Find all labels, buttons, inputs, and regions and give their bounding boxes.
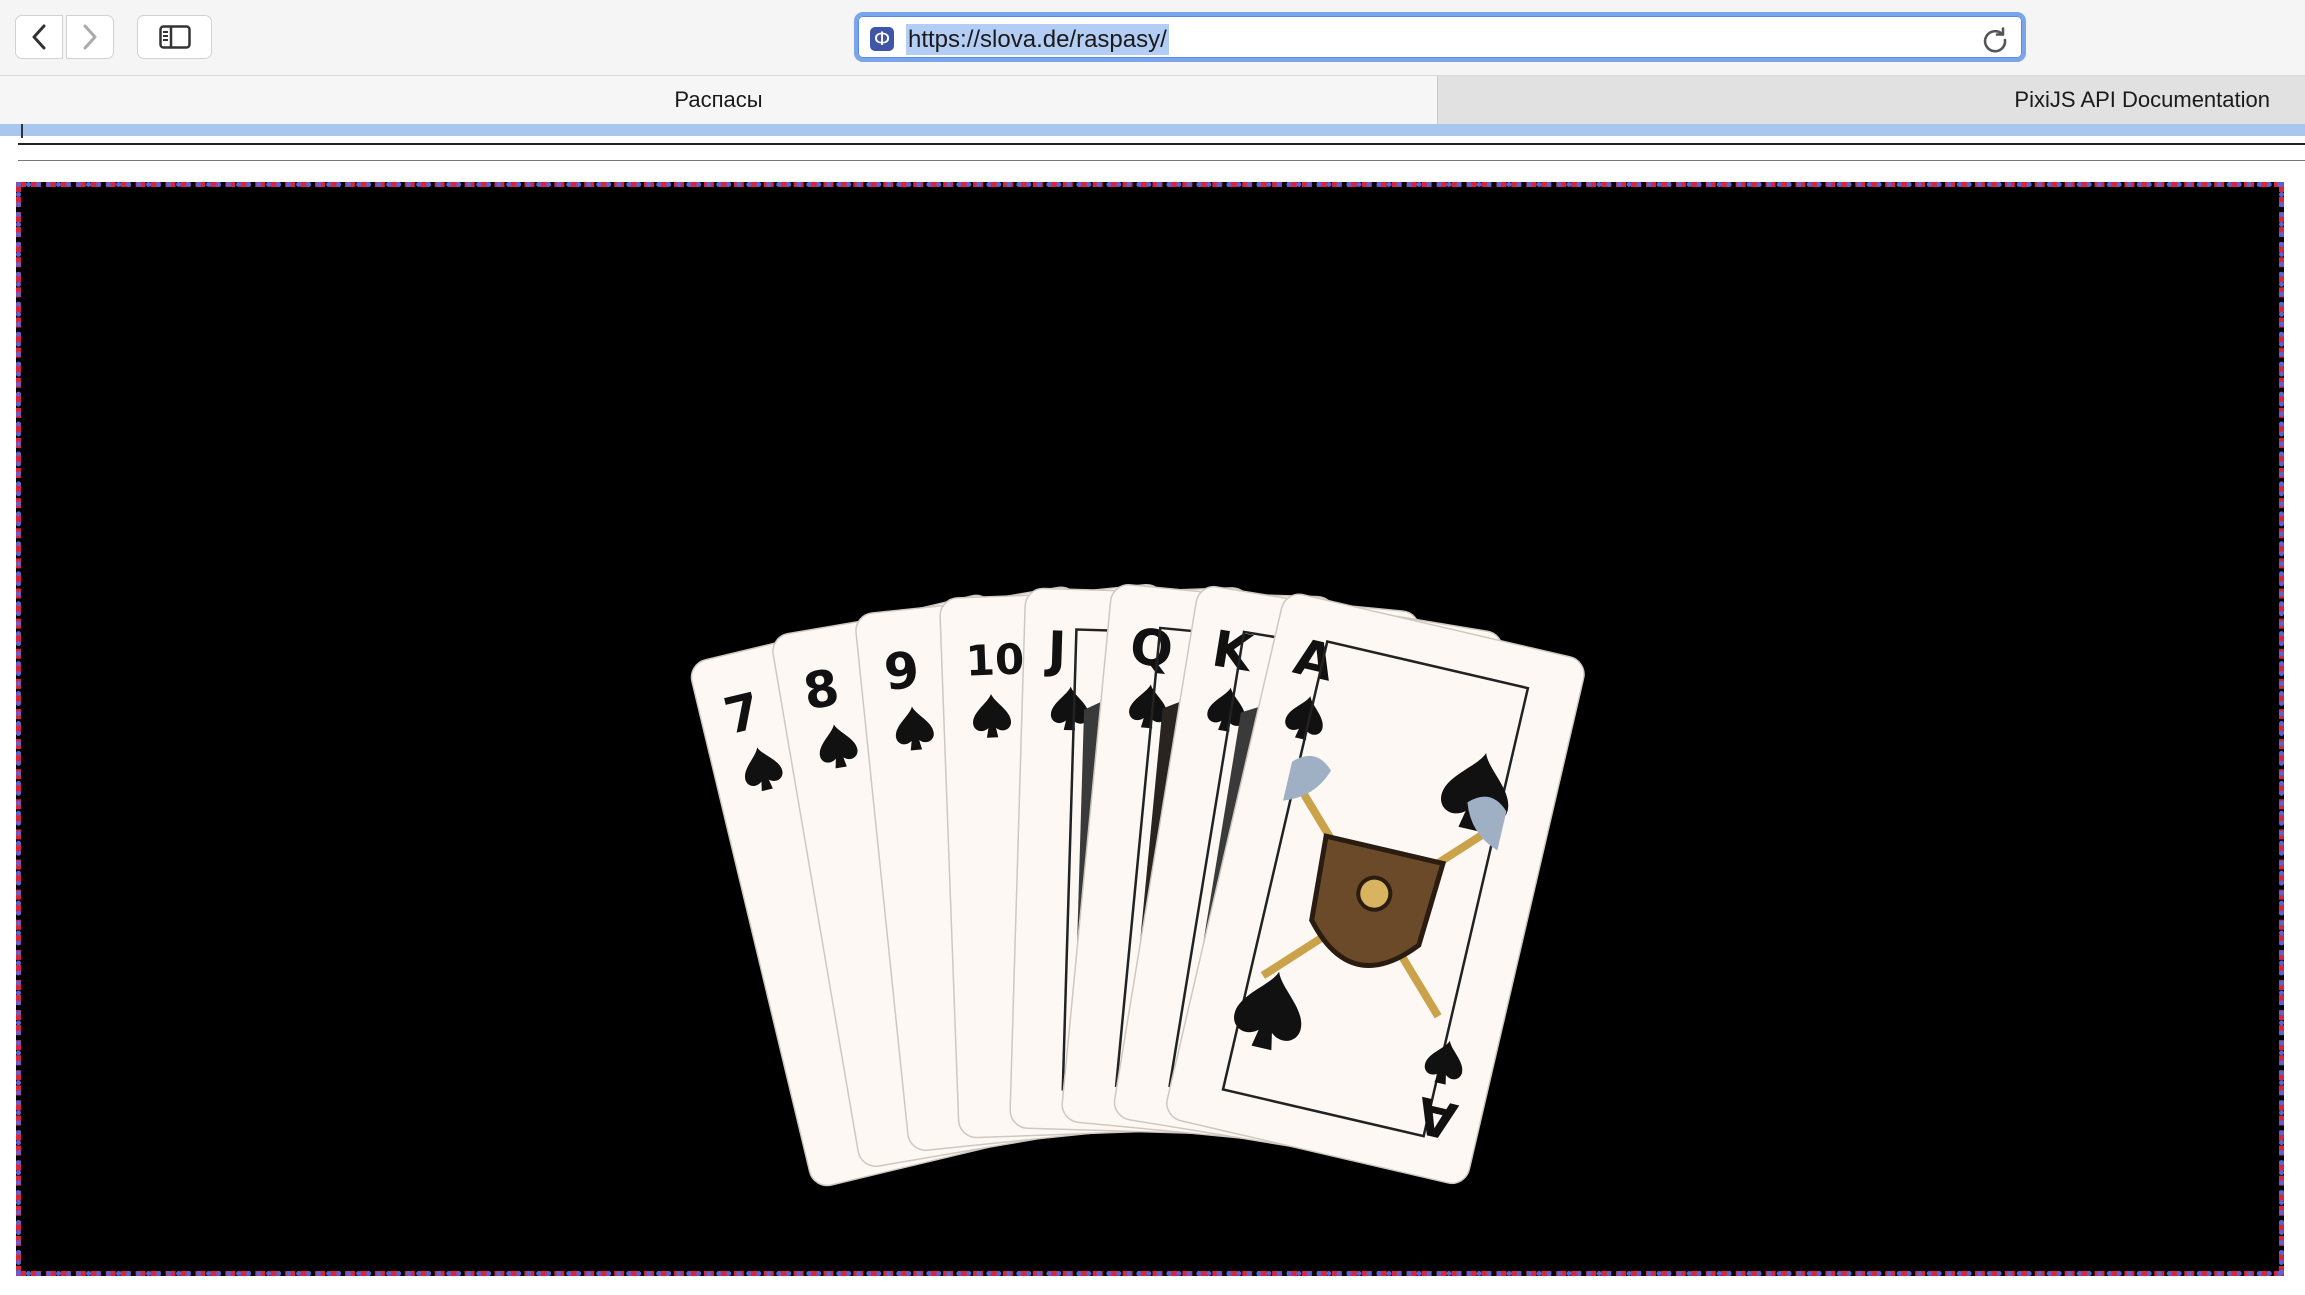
- sidebar-icon: [158, 25, 191, 49]
- card-rank: 10: [965, 635, 1025, 686]
- card-rank: Q: [1128, 617, 1176, 679]
- sidebar-toggle-button[interactable]: [137, 15, 212, 59]
- chevron-left-icon: [32, 24, 46, 50]
- divider: [18, 160, 2305, 161]
- tab-raspasy[interactable]: Распасы: [0, 76, 1438, 124]
- divider: [18, 143, 2305, 145]
- text-caret: [21, 124, 23, 138]
- tab-label: PixiJS API Documentation: [2014, 87, 2270, 112]
- chevron-right-icon: [83, 24, 97, 50]
- favicon-glyph: Ф: [873, 27, 891, 50]
- card-rank: 9: [881, 641, 922, 702]
- url-input[interactable]: https://slova.de/raspasy/: [906, 24, 1169, 55]
- forward-button[interactable]: [66, 15, 114, 59]
- game-canvas[interactable]: 7 8 9 10 J Q K A A: [26, 192, 2274, 1266]
- browser-toolbar: Ф https://slova.de/raspasy/: [0, 0, 2305, 76]
- back-button[interactable]: [15, 15, 63, 59]
- tab-label: Распасы: [674, 87, 763, 112]
- reload-icon[interactable]: [1980, 25, 2010, 55]
- tab-bar: Распасы PixiJS API Documentation: [0, 76, 2305, 125]
- card-table: 7 8 9 10 J Q K AA: [690, 583, 1585, 1187]
- game-canvas-frame: 7 8 9 10 J Q K A A: [16, 182, 2284, 1276]
- address-bar[interactable]: Ф https://slova.de/raspasy/: [854, 12, 2026, 62]
- tab-pixijs-docs[interactable]: PixiJS API Documentation: [1439, 76, 2305, 124]
- card-rank: J: [1044, 621, 1067, 680]
- page-top-strip: [0, 124, 2305, 136]
- site-favicon-icon: Ф: [870, 27, 894, 51]
